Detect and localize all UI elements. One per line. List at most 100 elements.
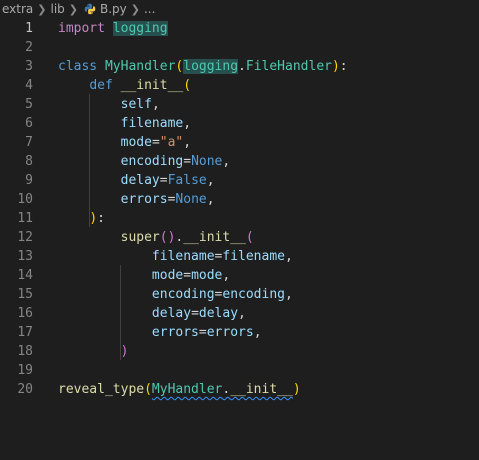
bracket: )	[89, 211, 98, 226]
module-name: logging	[112, 21, 168, 36]
line-number: 9	[25, 173, 33, 188]
keyword: import	[58, 21, 105, 36]
parameter: errors	[120, 192, 168, 207]
function-name: __init__	[120, 78, 184, 93]
code-line[interactable]: 3 class MyHandler(logging.FileHandler):	[0, 57, 479, 76]
code-editor[interactable]: 1 import logging 2 3 class MyHandler(log…	[0, 18, 479, 460]
code-line[interactable]: 17 errors=errors,	[0, 323, 479, 342]
function-name: reveal_type	[58, 382, 145, 397]
punctuation: ,	[285, 287, 293, 302]
line-number: 7	[25, 135, 33, 150]
bracket: ()	[159, 230, 176, 245]
code-line[interactable]: 9 delay=False,	[0, 171, 479, 190]
base-class-name: FileHandler	[245, 59, 332, 74]
line-number: 2	[25, 40, 33, 55]
code-line[interactable]: 12 super().__init__(	[0, 228, 479, 247]
chevron-right-icon: ❯	[130, 2, 140, 16]
punctuation: ,	[151, 97, 160, 112]
breadcrumb-item-file[interactable]: B.py	[98, 2, 129, 16]
punctuation: ,	[222, 268, 231, 283]
operator: =	[183, 154, 192, 169]
punctuation: :	[97, 211, 105, 226]
module-name: logging	[183, 59, 239, 74]
line-code: class MyHandler(logging.FileHandler):	[58, 57, 348, 76]
code-line[interactable]: 14 mode=mode,	[0, 266, 479, 285]
operator: =	[159, 173, 168, 188]
line-code: errors=None,	[58, 190, 215, 209]
breadcrumb: extra ❯ lib ❯ B.py ❯ ...	[0, 0, 479, 18]
breadcrumb-item-lib[interactable]: lib	[48, 2, 66, 16]
variable: delay	[198, 306, 239, 321]
code-line[interactable]: 20 reveal_type(MyHandler.__init__)	[0, 380, 479, 399]
parameter: mode	[120, 135, 152, 150]
line-code: super().__init__(	[58, 228, 254, 247]
breadcrumb-item-extra[interactable]: extra	[0, 2, 35, 16]
chevron-right-icon: ❯	[37, 2, 47, 16]
string-literal: "a"	[159, 135, 184, 150]
code-line[interactable]: 4 def __init__(	[0, 76, 479, 95]
line-code: def __init__(	[58, 76, 191, 95]
punctuation: ,	[285, 249, 293, 264]
line-number: 12	[17, 230, 33, 245]
code-line[interactable]: 11 ):	[0, 209, 479, 228]
line-number: 19	[17, 363, 33, 378]
parameter: errors	[151, 325, 199, 340]
bracket: )	[331, 59, 340, 74]
punctuation: ,	[206, 192, 215, 207]
line-number: 17	[17, 325, 33, 340]
punctuation: ,	[222, 154, 231, 169]
variable: mode	[191, 268, 223, 283]
line-code: mode=mode,	[58, 266, 230, 285]
code-line[interactable]: 18 )	[0, 342, 479, 361]
keyword: def	[89, 78, 113, 93]
parameter: delay	[151, 306, 192, 321]
keyword: class	[58, 59, 98, 74]
variable: filename	[222, 249, 285, 264]
line-code: filename,	[58, 114, 191, 133]
code-line[interactable]: 19	[0, 361, 479, 380]
code-line[interactable]: 2	[0, 38, 479, 57]
line-code: encoding=encoding,	[58, 285, 293, 304]
code-line[interactable]: 16 delay=delay,	[0, 304, 479, 323]
bracket: )	[120, 344, 129, 359]
code-line[interactable]: 13 filename=filename,	[0, 247, 479, 266]
punctuation: ,	[253, 325, 262, 340]
line-code: mode="a",	[58, 133, 191, 152]
class-name: MyHandler	[151, 382, 223, 397]
function-name: super	[120, 230, 160, 245]
parameter: encoding	[120, 154, 184, 169]
operator: =	[191, 306, 199, 321]
parameter: delay	[120, 173, 160, 188]
parameter: filename	[120, 116, 184, 131]
bracket: (	[183, 78, 192, 93]
line-code: )	[58, 342, 129, 361]
code-line[interactable]: 8 encoding=None,	[0, 152, 479, 171]
code-line[interactable]: 1 import logging	[0, 19, 479, 38]
function-name: __init__	[183, 230, 246, 245]
breadcrumb-item-more[interactable]: ...	[142, 2, 157, 16]
code-line[interactable]: 15 encoding=encoding,	[0, 285, 479, 304]
line-number: 5	[25, 97, 33, 112]
code-line[interactable]: 5 self,	[0, 95, 479, 114]
code-line[interactable]: 6 filename,	[0, 114, 479, 133]
diagnostic-squiggle[interactable]: MyHandler.__init__	[152, 382, 293, 397]
bracket: (	[144, 382, 152, 397]
punctuation: ,	[238, 306, 246, 321]
punctuation: ,	[206, 173, 215, 188]
code-line[interactable]: 7 mode="a",	[0, 133, 479, 152]
line-number: 11	[17, 211, 33, 226]
line-code: import logging	[58, 19, 168, 38]
line-code: self,	[58, 95, 160, 114]
line-code: delay=delay,	[58, 304, 246, 323]
line-number: 6	[25, 116, 33, 131]
parameter: encoding	[151, 287, 215, 302]
class-name: MyHandler	[104, 59, 176, 74]
punctuation: ,	[183, 116, 192, 131]
line-number: 13	[17, 249, 33, 264]
line-code: errors=errors,	[58, 323, 262, 342]
line-number: 1	[25, 21, 33, 36]
bracket: (	[245, 230, 254, 245]
operator: =	[151, 135, 160, 150]
line-code: encoding=None,	[58, 152, 231, 171]
code-line[interactable]: 10 errors=None,	[0, 190, 479, 209]
